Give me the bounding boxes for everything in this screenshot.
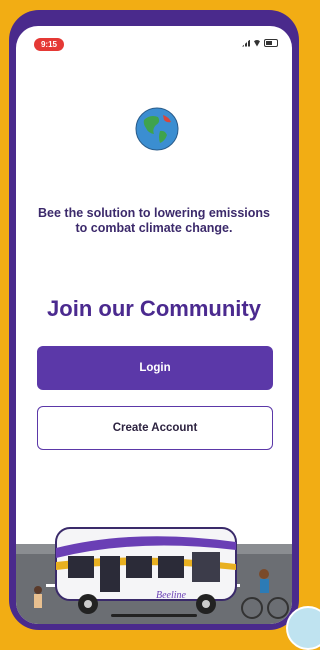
signal-icon: [242, 39, 250, 47]
globe-icon: [134, 106, 180, 152]
tagline: Bee the solution to lowering emissions t…: [38, 206, 270, 235]
status-icons: [242, 39, 278, 47]
create-account-button[interactable]: Create Account: [37, 406, 273, 450]
home-indicator: [111, 614, 197, 617]
bus-brand-label: Beeline: [156, 590, 187, 601]
bus-illustration: Beeline: [16, 527, 292, 624]
app-screen: 9:15 Bee the solution to lowering emissi…: [16, 26, 292, 624]
status-time: 9:15: [34, 38, 64, 51]
corner-badge: [286, 606, 320, 650]
status-bar: 9:15: [16, 26, 292, 56]
page-title: Join our Community: [47, 296, 261, 321]
battery-icon: [264, 39, 278, 47]
login-button[interactable]: Login: [37, 346, 273, 390]
wifi-icon: [253, 39, 261, 47]
